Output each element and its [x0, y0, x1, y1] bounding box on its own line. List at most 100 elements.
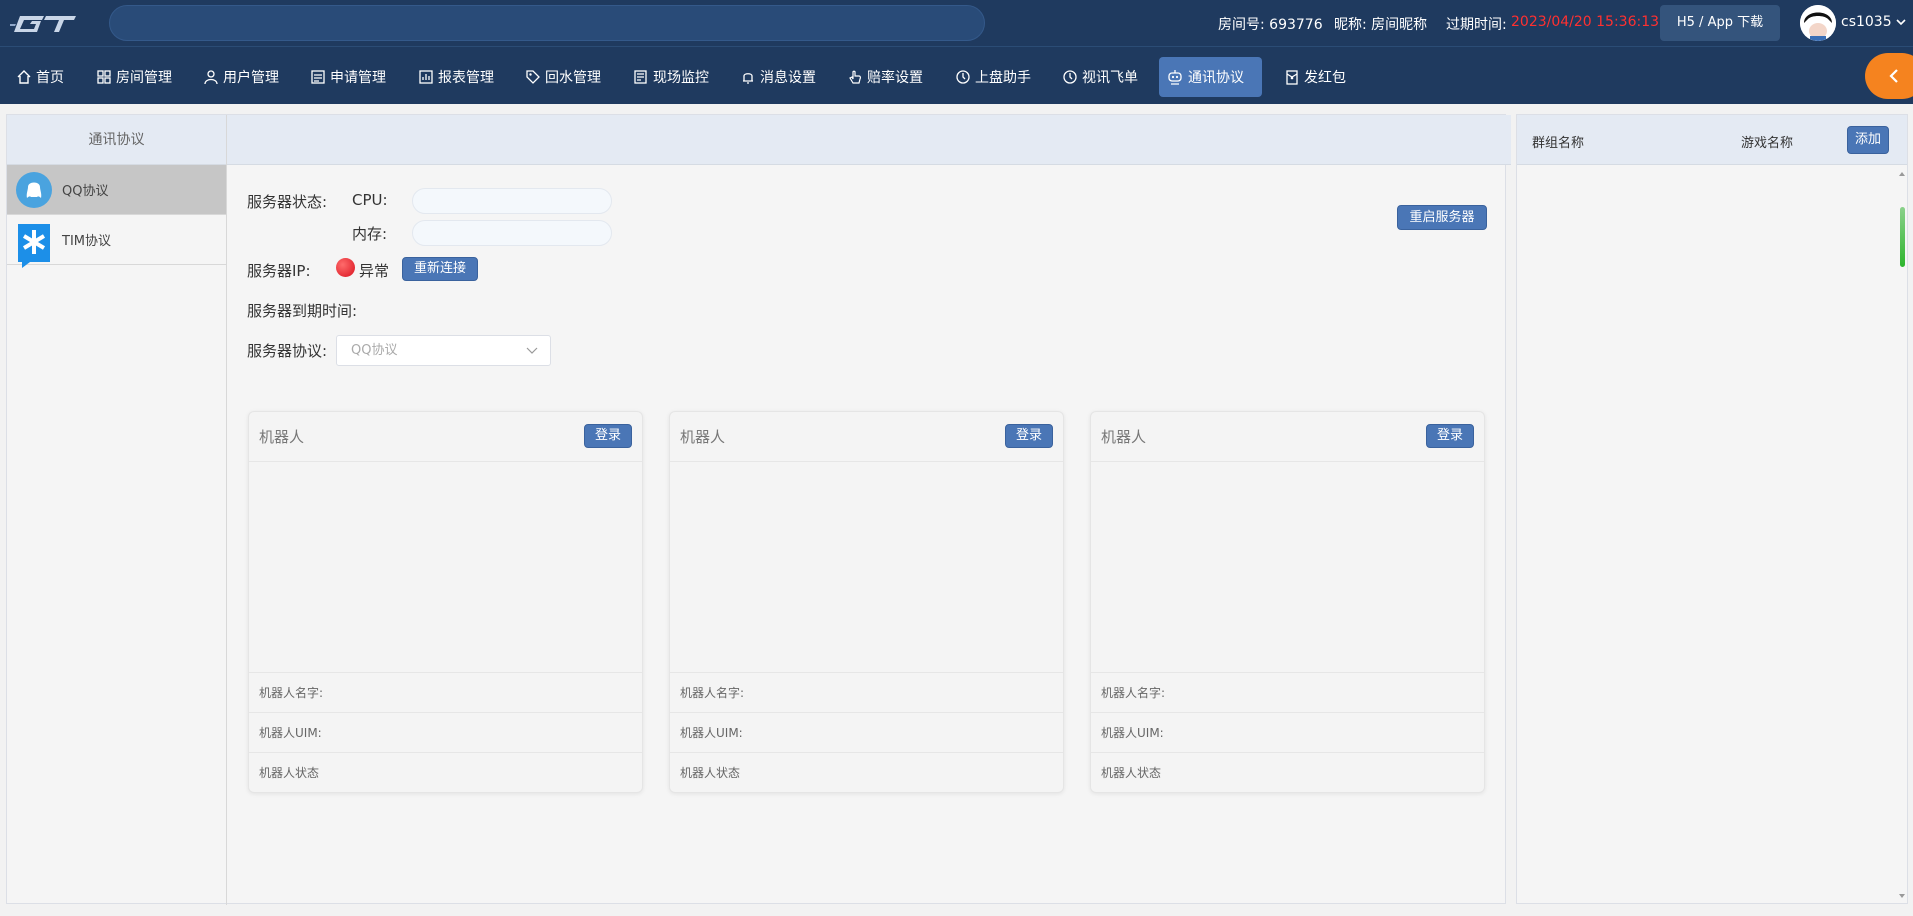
nav-label: 赔率设置: [867, 70, 923, 86]
room-nickname: 昵称: 房间昵称: [1334, 17, 1428, 33]
nav-red-packet[interactable]: 发红包: [1277, 57, 1353, 97]
monitor-icon: [634, 70, 647, 84]
reconnect-button[interactable]: 重新连接: [402, 257, 478, 281]
divider: [1091, 672, 1484, 673]
cpu-label: CPU:: [352, 191, 388, 209]
robot-login-button[interactable]: 登录: [1426, 424, 1474, 448]
robot-icon: [1168, 70, 1182, 85]
scroll-down-icon[interactable]: [1898, 893, 1906, 899]
nav-user-management[interactable]: 用户管理: [196, 57, 286, 97]
nav-message-settings[interactable]: 消息设置: [733, 57, 823, 97]
protocol-panel: 通讯协议 QQ协议 TIM协议 服务器状态: CPU: 内存: 服务器IP: 异…: [6, 114, 1511, 905]
restart-server-button[interactable]: 重启服务器: [1397, 205, 1487, 230]
scroll-up-icon[interactable]: [1898, 171, 1906, 177]
memory-label: 内存:: [352, 225, 388, 243]
home-icon: [17, 70, 31, 84]
nav-label: 用户管理: [223, 70, 279, 86]
nav-room-management[interactable]: 房间管理: [89, 57, 179, 97]
server-status-text: 异常: [359, 262, 390, 280]
chevron-down-icon[interactable]: [1896, 17, 1906, 27]
robot-status-label: 机器人状态: [1101, 766, 1162, 780]
divider: [670, 712, 1063, 713]
divider: [1091, 461, 1484, 462]
nav-label: 通讯协议: [1188, 70, 1244, 86]
robot-card: 机器人 登录 机器人名字: 机器人UIM: 机器人状态: [248, 411, 643, 793]
server-protocol-select[interactable]: QQ协议: [336, 335, 551, 366]
scrollbar-thumb[interactable]: [1900, 207, 1905, 267]
divider: [670, 672, 1063, 673]
protocol-label: QQ协议: [62, 184, 109, 199]
nav-live-monitor[interactable]: 现场监控: [626, 57, 716, 97]
main-header-bar: [227, 115, 1511, 165]
top-search-bar[interactable]: [109, 5, 985, 41]
divider: [249, 752, 642, 753]
divider: [249, 461, 642, 462]
robot-card: 机器人 登录 机器人名字: 机器人UIM: 机器人状态: [669, 411, 1064, 793]
qq-icon: [16, 171, 52, 208]
robot-login-button[interactable]: 登录: [584, 424, 632, 448]
protocol-label: TIM协议: [62, 234, 111, 249]
form-icon: [311, 70, 325, 84]
server-status-label: 服务器状态:: [247, 193, 328, 211]
username[interactable]: cs1035: [1841, 14, 1892, 30]
nav-protocol[interactable]: 通讯协议: [1159, 57, 1262, 97]
expire-label: 过期时间:: [1446, 17, 1507, 33]
expire-time: 2023/04/20 15:36:13: [1511, 14, 1660, 30]
server-protocol-label: 服务器协议:: [247, 342, 328, 360]
add-group-button[interactable]: 添加: [1847, 126, 1889, 154]
group-name-column: 群组名称: [1532, 136, 1585, 151]
avatar-image: [1800, 5, 1836, 41]
robot-title: 机器人: [1101, 428, 1147, 446]
divider: [249, 712, 642, 713]
protocol-item-qq[interactable]: QQ协议: [7, 165, 226, 215]
nav-label: 回水管理: [545, 70, 601, 86]
scrollbar[interactable]: [1897, 165, 1907, 905]
divider: [670, 752, 1063, 753]
collapse-button[interactable]: [1865, 53, 1913, 99]
memory-value-field: [412, 220, 612, 246]
nav-odds-settings[interactable]: 赔率设置: [840, 57, 930, 97]
avatar[interactable]: [1800, 5, 1836, 41]
cpu-value-field: [412, 188, 612, 214]
h5-app-download-button[interactable]: H5 / App 下载: [1660, 5, 1780, 41]
room-number: 房间号: 693776: [1218, 17, 1323, 33]
nav-label: 申请管理: [330, 70, 386, 86]
grid-icon: [97, 70, 111, 84]
divider: [226, 115, 227, 905]
robot-name-label: 机器人名字:: [259, 686, 324, 700]
bell-icon: [743, 73, 753, 84]
group-panel: 群组名称 游戏名称 添加: [1516, 114, 1908, 904]
protocol-item-tim[interactable]: TIM协议: [7, 215, 226, 268]
nav-label: 视讯飞单: [1082, 70, 1138, 86]
robot-uim-label: 机器人UIM:: [680, 726, 743, 740]
nav-label: 首页: [36, 70, 64, 86]
nav-label: 上盘助手: [975, 70, 1031, 86]
game-name-column: 游戏名称: [1741, 136, 1794, 151]
robot-status-label: 机器人状态: [259, 766, 320, 780]
report-icon: [419, 70, 433, 84]
nav-report-management[interactable]: 报表管理: [411, 57, 501, 97]
nav-application-management[interactable]: 申请管理: [303, 57, 393, 97]
robot-card: 机器人 登录 机器人名字: 机器人UIM: 机器人状态: [1090, 411, 1485, 793]
nav-home[interactable]: 首页: [9, 57, 71, 97]
robot-uim-label: 机器人UIM:: [1101, 726, 1164, 740]
robot-uim-label: 机器人UIM:: [259, 726, 322, 740]
status-error-dot: [336, 258, 355, 277]
nav-rebate-management[interactable]: 回水管理: [518, 57, 608, 97]
top-bar: 房间号: 693776 昵称: 房间昵称 过期时间: 2023/04/20 15…: [0, 0, 1913, 46]
nav-betting-assistant[interactable]: 上盘助手: [948, 57, 1038, 97]
nav-label: 房间管理: [116, 70, 172, 86]
hand-icon: [849, 70, 862, 84]
nav-label: 发红包: [1304, 70, 1346, 86]
robot-status-label: 机器人状态: [680, 766, 741, 780]
gt-logo: [10, 16, 76, 32]
divider: [670, 461, 1063, 462]
robot-name-label: 机器人名字:: [680, 686, 745, 700]
nav-video-order[interactable]: 视讯飞单: [1055, 57, 1145, 97]
chevron-down-icon: [526, 347, 538, 354]
robot-login-button[interactable]: 登录: [1005, 424, 1053, 448]
tim-icon: [16, 222, 52, 268]
main-nav: 首页 房间管理 用户管理 申请管理 报表管理 回水管理 现场监控 消息设置 赔率…: [0, 46, 1913, 104]
server-expire-label: 服务器到期时间:: [247, 302, 358, 320]
clock-icon: [1063, 70, 1077, 84]
